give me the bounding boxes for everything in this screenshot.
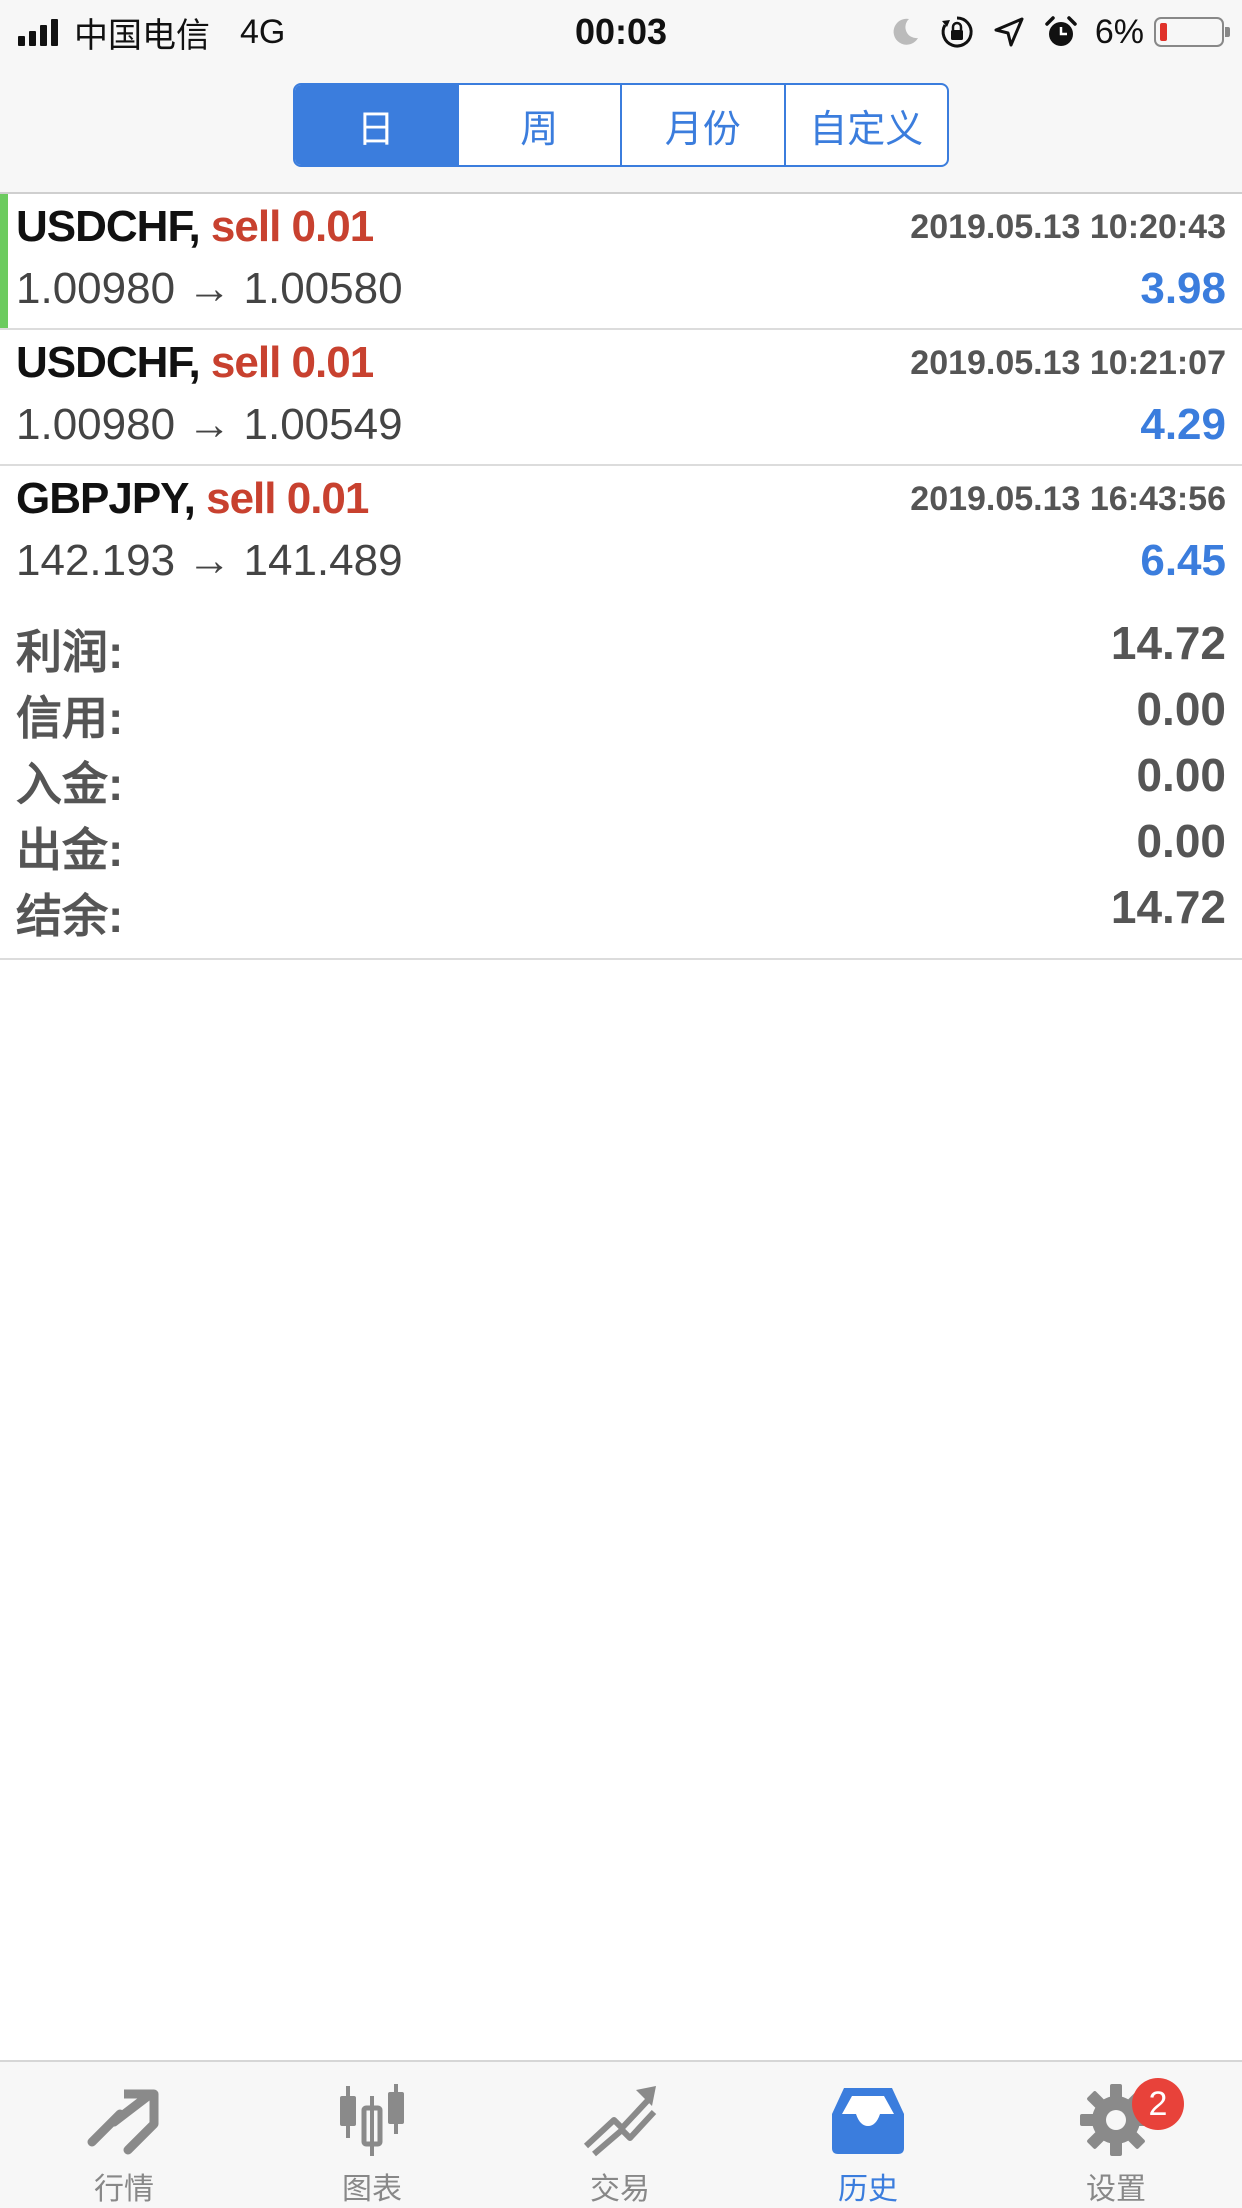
period-header: 日 周 月份 自定义 <box>0 64 1242 194</box>
account-summary: 利润: 14.72 信用: 0.00 入金: 0.00 出金: 0.00 结余:… <box>0 598 1242 960</box>
period-segmented-control: 日 周 月份 自定义 <box>293 83 949 167</box>
trade-time: 2019.05.13 10:20:43 <box>910 208 1226 246</box>
summary-value: 0.00 <box>1136 749 1226 801</box>
segment-week[interactable]: 周 <box>459 85 622 165</box>
tab-label: 行情 <box>94 2173 154 2206</box>
location-arrow-icon <box>994 17 1024 47</box>
tab-label: 设置 <box>1086 2173 1146 2206</box>
trade-time: 2019.05.13 16:43:56 <box>910 480 1226 518</box>
tab-label: 交易 <box>590 2173 650 2206</box>
tab-settings[interactable]: 2 设置 <box>1036 2078 1196 2208</box>
segment-month[interactable]: 月份 <box>622 85 786 165</box>
summary-label: 结余: <box>16 890 124 942</box>
summary-profit-row: 利润: 14.72 <box>16 606 1226 678</box>
trade-row[interactable]: GBPJPY, sell 0.01 2019.05.13 16:43:56 14… <box>0 466 1242 602</box>
trade-profit: 4.29 <box>1140 400 1226 449</box>
summary-value: 0.00 <box>1136 815 1226 867</box>
status-bar: 中国电信 4G 00:03 6% <box>0 0 1242 64</box>
status-right: 6% <box>871 10 1230 54</box>
trade-action: sell 0.01 <box>210 338 374 387</box>
history-icon <box>832 2088 904 2154</box>
tab-history[interactable]: 历史 <box>788 2082 948 2208</box>
bottom-tab-bar: 行情 图表 交易 历史 2 设置 <box>0 2060 1242 2208</box>
trade-symbol: USDCHF, sell 0.01 <box>16 338 374 388</box>
trade-symbol: GBPJPY, sell 0.01 <box>16 474 369 524</box>
trade-action: sell 0.01 <box>210 202 374 251</box>
trade-history-list: USDCHF, sell 0.01 2019.05.13 10:20:43 1.… <box>0 194 1242 602</box>
tab-quotes[interactable]: 行情 <box>44 2082 204 2208</box>
tab-label: 图表 <box>342 2173 402 2206</box>
segment-day[interactable]: 日 <box>295 85 459 165</box>
selected-row-marker <box>0 194 8 328</box>
battery-icon <box>1154 17 1230 47</box>
trade-time: 2019.05.13 10:21:07 <box>910 344 1226 382</box>
trade-row[interactable]: USDCHF, sell 0.01 2019.05.13 10:20:43 1.… <box>0 194 1242 330</box>
summary-withdrawal-row: 出金: 0.00 <box>16 804 1226 876</box>
summary-value: 14.72 <box>1110 881 1226 933</box>
quotes-icon <box>87 2089 159 2155</box>
history-screen: 中国电信 4G 00:03 6% 日 周 月份 自定义 USDCHF, sell… <box>0 0 1242 2208</box>
symbol-name: USDCHF, <box>16 338 201 387</box>
trade-profit: 6.45 <box>1140 536 1226 585</box>
trade-row[interactable]: USDCHF, sell 0.01 2019.05.13 10:21:07 1.… <box>0 330 1242 466</box>
trade-prices: 1.00980 → 1.00549 <box>16 400 403 449</box>
tab-trade[interactable]: 交易 <box>540 2082 700 2208</box>
summary-value: 0.00 <box>1136 683 1226 735</box>
summary-credit-row: 信用: 0.00 <box>16 672 1226 744</box>
alarm-clock-icon <box>1045 16 1077 46</box>
symbol-name: USDCHF, <box>16 202 201 251</box>
trade-action: sell 0.01 <box>206 474 369 523</box>
notification-badge: 2 <box>1132 2078 1184 2130</box>
summary-balance-row: 结余: 14.72 <box>16 870 1226 942</box>
battery-percentage: 6% <box>1094 12 1144 51</box>
segment-custom[interactable]: 自定义 <box>786 85 948 165</box>
moon-icon <box>893 18 918 45</box>
trade-icon <box>583 2086 657 2157</box>
trade-profit: 3.98 <box>1140 264 1226 313</box>
trade-prices: 142.193 → 141.489 <box>16 536 403 585</box>
tab-label: 历史 <box>838 2173 898 2206</box>
rotation-lock-icon <box>941 16 973 48</box>
summary-deposit-row: 入金: 0.00 <box>16 738 1226 810</box>
symbol-name: GBPJPY, <box>16 474 196 523</box>
trade-symbol: USDCHF, sell 0.01 <box>16 202 374 252</box>
summary-value: 14.72 <box>1110 617 1226 669</box>
chart-icon <box>340 2084 404 2156</box>
trade-prices: 1.00980 → 1.00580 <box>16 264 403 313</box>
tab-chart[interactable]: 图表 <box>292 2082 452 2208</box>
